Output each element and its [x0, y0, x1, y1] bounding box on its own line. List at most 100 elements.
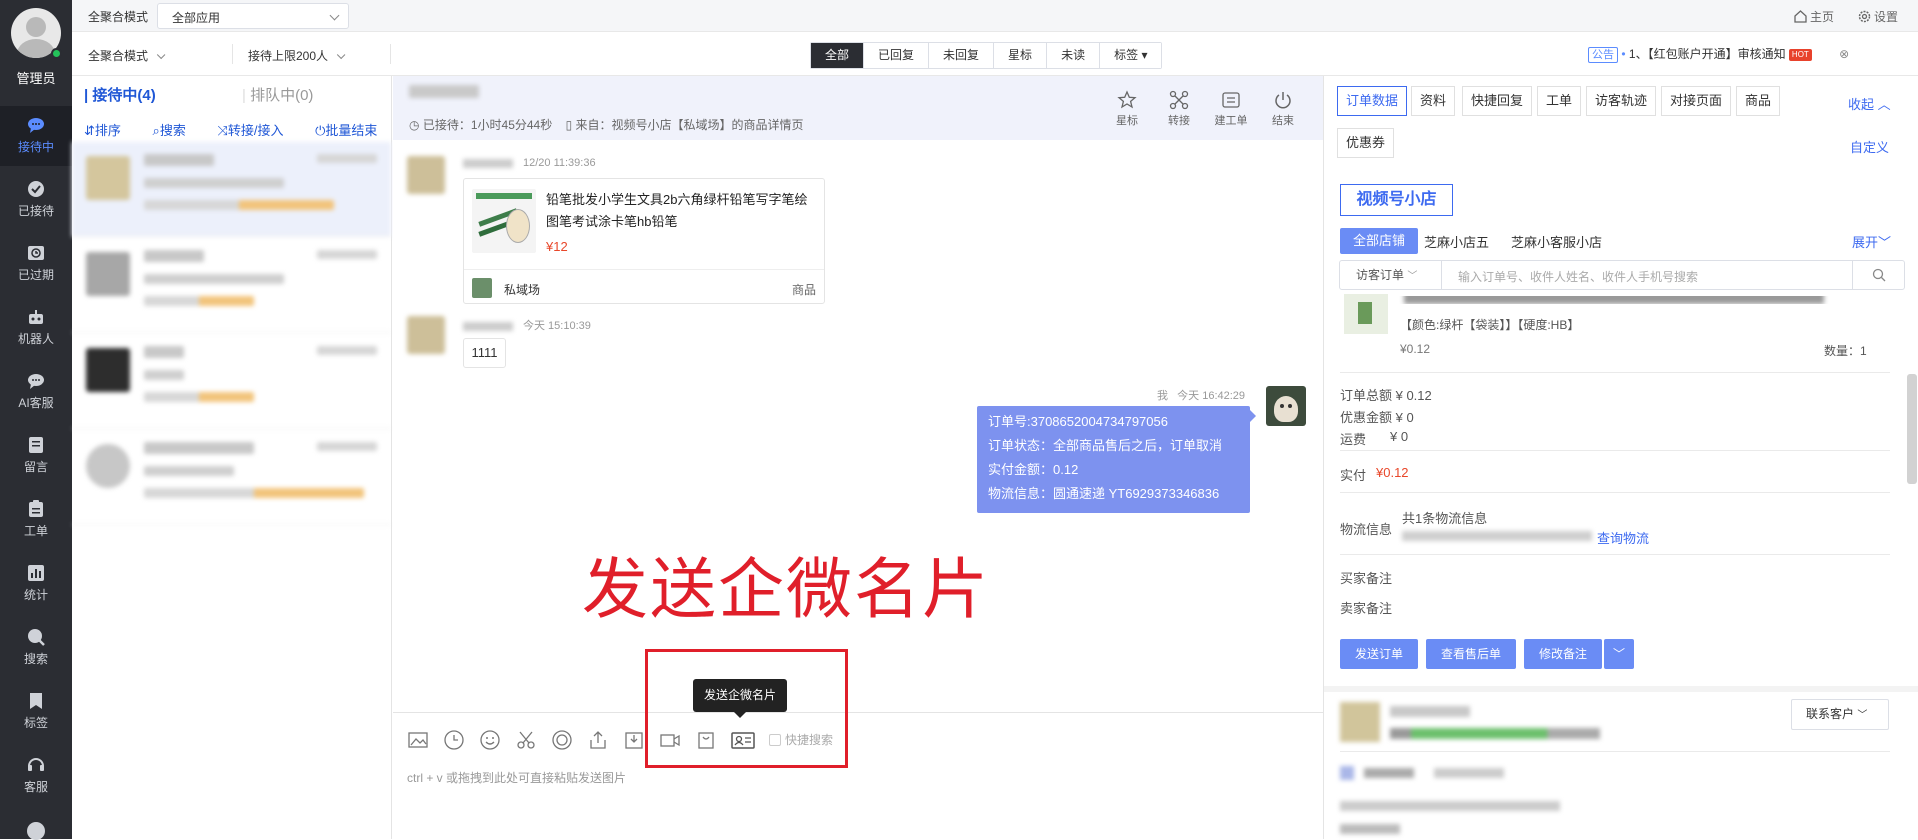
search-button[interactable] [1852, 261, 1904, 289]
session-item[interactable] [72, 238, 391, 333]
headset-icon [28, 758, 44, 771]
order-search-input[interactable]: 输入订单号、收件人姓名、收件人手机号搜索 [1458, 268, 1698, 285]
tab-unreplied[interactable]: 未回复 [929, 43, 995, 68]
session-item[interactable] [72, 334, 391, 429]
shop-tab-2[interactable]: 芝麻小客服小店 [1511, 232, 1602, 251]
send-order-button[interactable]: 发送订单 [1340, 639, 1418, 669]
nav-item-robot[interactable]: 机器人 [0, 298, 72, 358]
notice-bar[interactable]: 公告 • 1、【红包账户开通】审核通知 HOT ⊗ [1588, 45, 1849, 63]
ticket-icon [1222, 92, 1240, 108]
more-icon[interactable] [27, 822, 45, 840]
divider [1340, 492, 1890, 493]
scissors-icon[interactable] [515, 729, 537, 751]
create-ticket-button[interactable]: 建工单 [1207, 90, 1255, 128]
shop-type-box[interactable]: 视频号小店 [1340, 184, 1453, 216]
search-button[interactable]: ⌕搜索 [153, 123, 200, 138]
tab-products[interactable]: 商品 [1736, 86, 1781, 116]
nav-item-message[interactable]: 留言 [0, 426, 72, 486]
nav-item-service[interactable]: 客服 [0, 746, 72, 806]
tab-ticket[interactable]: 工单 [1537, 86, 1582, 116]
inbox-icon[interactable] [623, 729, 645, 751]
transfer-button[interactable]: 转接 [1155, 90, 1203, 128]
expand-label: 展开 [1852, 235, 1879, 250]
tab-all[interactable]: 全部 [811, 43, 865, 68]
gear-icon [1858, 10, 1871, 23]
message-meta: 12/20 11:39:36 [463, 157, 596, 169]
session-source [144, 488, 364, 498]
edit-remark-button[interactable]: 修改备注 [1524, 639, 1602, 669]
end-button[interactable]: 结束 [1259, 90, 1307, 128]
tab-profile[interactable]: 资料 [1411, 86, 1456, 116]
limit-select[interactable]: 接待上限200人 [248, 47, 346, 64]
tab-visitor-trail[interactable]: 访客轨迹 [1586, 86, 1657, 116]
editor-placeholder: ctrl + v 或拖拽到此处可直接粘贴发送图片 [407, 771, 627, 785]
customer-name [409, 85, 479, 98]
emoji-icon[interactable] [479, 729, 501, 751]
nav-item-tags[interactable]: 标签 [0, 682, 72, 742]
settings-link[interactable]: 设置 [1858, 8, 1898, 25]
image-icon[interactable] [407, 729, 429, 751]
tab-starred[interactable]: 星标 [994, 43, 1048, 68]
transfer-button[interactable]: ⤨转接/接入 [217, 123, 297, 138]
nav-item-label: 搜索 [23, 652, 48, 666]
clock-icon[interactable] [443, 729, 465, 751]
avatar [86, 444, 130, 488]
tab-order-data[interactable]: 订单数据 [1337, 86, 1408, 116]
contact-phone [1434, 768, 1504, 778]
session-item[interactable] [72, 430, 391, 525]
tab-connect-page[interactable]: 对接页面 [1661, 86, 1732, 116]
session-preview [144, 178, 284, 188]
product-price: ¥12 [546, 239, 568, 254]
customize-link[interactable]: 自定义 [1850, 137, 1889, 156]
close-icon[interactable]: ⊗ [1839, 47, 1849, 61]
filter-tabs: 全部 已回复 未回复 星标 未读 标签 ▾ [810, 42, 1163, 69]
tab-receiving[interactable]: | 接待中(4) [84, 87, 156, 104]
session-source [144, 200, 334, 210]
tab-tags[interactable]: 标签 ▾ [1100, 43, 1162, 68]
nav-item-label: 客服 [23, 780, 48, 794]
sort-button[interactable]: ⇵排序 [84, 123, 135, 138]
bubble-tail [1250, 410, 1262, 422]
product-card[interactable]: 铅笔批发小学生文具2b六角绿杆铅笔写字笔绘图笔考试涂卡笔hb铅笔 ¥12 私域场… [463, 178, 825, 304]
tab-unread[interactable]: 未读 [1047, 43, 1101, 68]
tab-tags-label: 标签 [1114, 48, 1139, 62]
nav-item-receiving[interactable]: 接待中 [0, 106, 72, 166]
coupon-icon[interactable] [551, 729, 573, 751]
session-name [144, 154, 214, 166]
scrollbar[interactable] [1907, 374, 1917, 484]
nav-item-stats[interactable]: 统计 [0, 554, 72, 614]
nav-item-ticket[interactable]: 工单 [0, 490, 72, 550]
message-editor[interactable]: 快捷搜索 ctrl + v 或拖拽到此处可直接粘贴发送图片 [393, 712, 1323, 839]
collapse-link[interactable]: 收起 ︿ [1848, 94, 1891, 113]
expand-link[interactable]: 展开﹀ [1852, 232, 1891, 251]
remark-dropdown-button[interactable]: ﹀ [1604, 639, 1634, 669]
home-link[interactable]: 主页 [1794, 8, 1834, 25]
tab-replied[interactable]: 已回复 [864, 43, 930, 68]
nav-item-expired[interactable]: 已过期 [0, 234, 72, 294]
mode-label: 全聚合模式 [88, 10, 149, 24]
nav-item-label: 已过期 [17, 268, 54, 282]
shop-tab-1[interactable]: 芝麻小店五 [1424, 232, 1489, 251]
session-item[interactable] [72, 142, 391, 237]
nav-item-received[interactable]: 已接待 [0, 170, 72, 230]
mode-select[interactable]: 全聚合模式 [88, 47, 166, 64]
tab-coupons[interactable]: 优惠券 [1337, 128, 1395, 158]
search-type-select[interactable]: 访客订单 ﹀ [1340, 261, 1442, 289]
share-icon[interactable] [587, 729, 609, 751]
nav-item-label: 留言 [23, 460, 48, 474]
nav-item-ai-service[interactable]: AI客服 [0, 362, 72, 422]
tab-quick-reply[interactable]: 快捷回复 [1462, 86, 1533, 116]
tab-queue[interactable]: | 排队中(0) [242, 84, 313, 105]
track-logistics-link[interactable]: 查询物流 [1597, 528, 1649, 547]
left-nav: 管理员 接待中 已接待 已过期 机器人 AI客服 留言 工单 统计 搜索 标签 [0, 0, 72, 840]
view-aftersale-button[interactable]: 查看售后单 [1426, 639, 1516, 669]
contact-customer-button[interactable]: 联系客户 ﹀ [1791, 699, 1889, 730]
app-select[interactable]: 全部应用 [157, 3, 349, 29]
mode-select-value: 全聚合模式 [88, 49, 149, 63]
star-button[interactable]: 星标 [1103, 90, 1151, 128]
nav-item-search[interactable]: 搜索 [0, 618, 72, 678]
order-number: 订单号:3708652004734797056 [988, 414, 1168, 429]
chevron-down-icon: ﹀ [1857, 710, 1868, 721]
batch-end-button[interactable]: ⏻批量结束 [315, 123, 391, 138]
shop-tab-all[interactable]: 全部店铺 [1340, 228, 1418, 254]
